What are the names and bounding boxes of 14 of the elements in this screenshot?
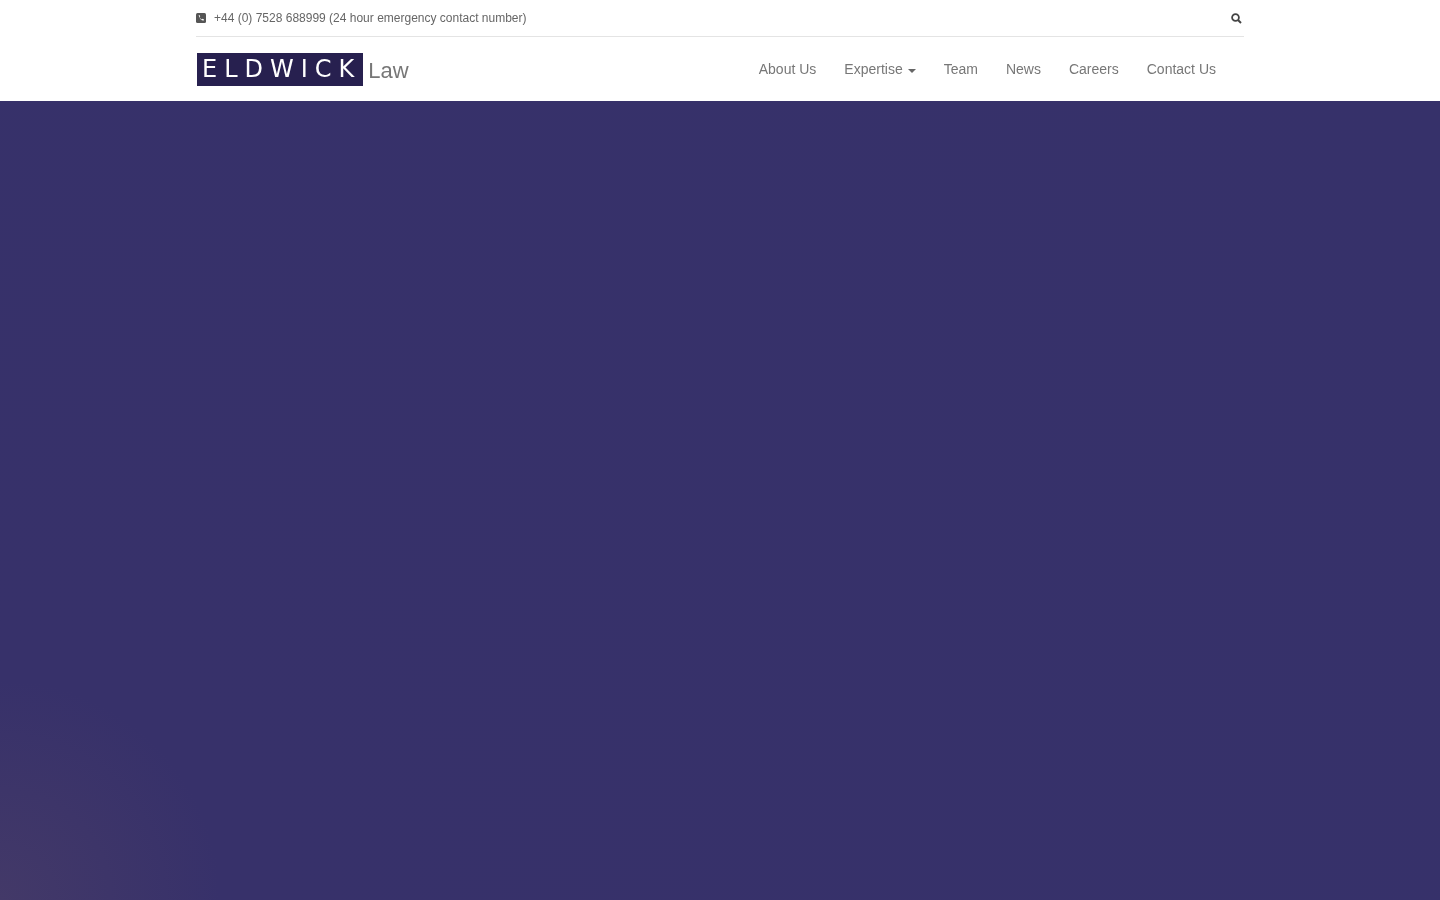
nav-link[interactable]: Careers [1054,53,1133,85]
search-icon [1231,12,1242,24]
logo-text: Law [368,57,409,84]
nav-link[interactable]: Team [929,53,992,85]
nav-link[interactable]: About Us [744,53,831,85]
phone-number: +44 (0) 7528 688999 (24 hour emergency contact number) [214,11,527,25]
caret-icon [907,69,916,73]
logo-mark: ELDWICK [197,52,364,86]
search-button[interactable] [1229,10,1244,26]
nav-dropdown[interactable]: Expertise [830,53,930,85]
logo[interactable]: ELDWICK Law [196,52,409,86]
nav-link[interactable]: Contact Us [1132,53,1230,85]
nav-link[interactable]: News [991,53,1055,85]
phone-icon [196,13,206,23]
